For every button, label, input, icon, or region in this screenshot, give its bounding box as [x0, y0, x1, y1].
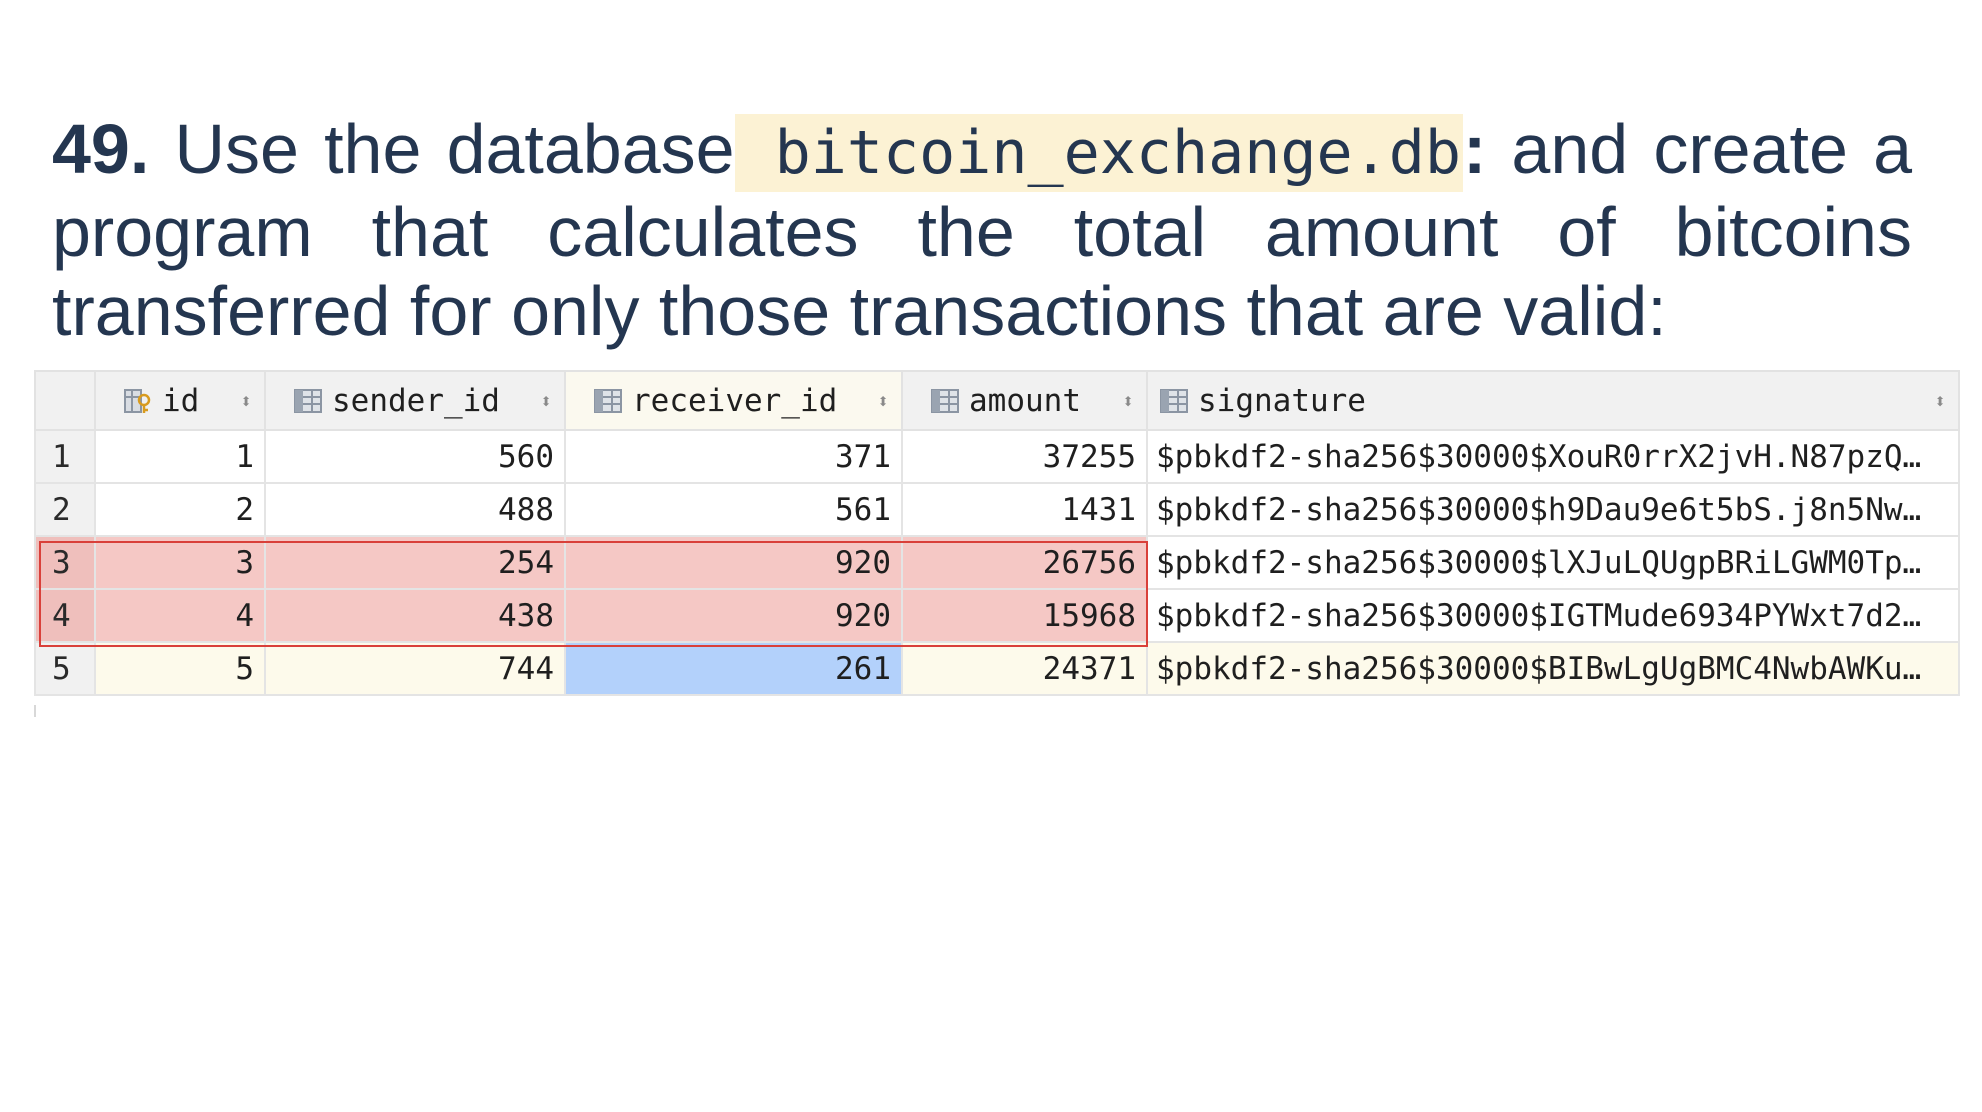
cell-sender-id[interactable]: 488 — [264, 482, 566, 537]
cell-amount[interactable]: 37255 — [901, 429, 1148, 484]
prompt-colon: : — [1462, 110, 1487, 188]
table-row-flagged[interactable]: 4 4 438 920 15968 $pbkdf2-sha256$30000$I… — [34, 588, 1960, 643]
cell-id[interactable]: 2 — [94, 482, 266, 537]
cell-receiver-id[interactable]: 561 — [564, 482, 903, 537]
cell-signature[interactable]: $pbkdf2-sha256$30000$XouR0rrX2jvH.N87pzQ… — [1146, 429, 1960, 484]
cell-sender-id[interactable]: 438 — [264, 588, 566, 643]
sort-icon[interactable]: ⬍ — [1122, 391, 1134, 411]
cell-receiver-id[interactable]: 920 — [564, 588, 903, 643]
column-icon — [594, 388, 622, 413]
column-header-sender-id[interactable]: sender_id ⬍ — [264, 370, 566, 431]
column-header-label: id — [162, 382, 200, 419]
row-number-header — [34, 370, 96, 431]
row-number[interactable]: 5 — [34, 641, 96, 696]
transactions-table: id ⬍ sender_id ⬍ receiver_id ⬍ amount ⬍ … — [34, 370, 1960, 696]
column-header-label: amount — [969, 382, 1081, 419]
table-row-flagged[interactable]: 3 3 254 920 26756 $pbkdf2-sha256$30000$l… — [34, 535, 1960, 590]
cell-receiver-id[interactable]: 920 — [564, 535, 903, 590]
sort-icon[interactable]: ⬍ — [1934, 391, 1946, 411]
sort-icon[interactable]: ⬍ — [540, 391, 552, 411]
exercise-number: 49. — [52, 110, 150, 188]
database-name: bitcoin_exchange.db — [734, 114, 1463, 192]
row-number[interactable]: 1 — [34, 429, 96, 484]
column-header-id[interactable]: id ⬍ — [94, 370, 266, 431]
table-row-active[interactable]: 5 5 744 261 24371 $pbkdf2-sha256$30000$B… — [34, 641, 1960, 696]
header-row: id ⬍ sender_id ⬍ receiver_id ⬍ amount ⬍ … — [34, 370, 1960, 431]
column-header-label: signature — [1198, 382, 1366, 419]
sort-icon[interactable]: ⬍ — [877, 391, 889, 411]
sort-icon[interactable]: ⬍ — [240, 391, 252, 411]
table-left-edge — [34, 705, 36, 717]
column-icon — [931, 388, 959, 413]
column-icon — [1160, 388, 1188, 413]
cell-signature[interactable]: $pbkdf2-sha256$30000$h9Dau9e6t5bS.j8n5Nw… — [1146, 482, 1960, 537]
cell-amount[interactable]: 24371 — [901, 641, 1148, 696]
cell-signature[interactable]: $pbkdf2-sha256$30000$BIBwLgUgBMC4NwbAWKu… — [1146, 641, 1960, 696]
cell-id[interactable]: 3 — [94, 535, 266, 590]
cell-amount[interactable]: 1431 — [901, 482, 1148, 537]
cell-sender-id[interactable]: 560 — [264, 429, 566, 484]
exercise-prompt: 49. Use the database bitcoin_exchange.db:… — [52, 110, 1912, 351]
column-header-amount[interactable]: amount ⬍ — [901, 370, 1148, 431]
table-row[interactable]: 2 2 488 561 1431 $pbkdf2-sha256$30000$h9… — [34, 482, 1960, 537]
cell-amount[interactable]: 15968 — [901, 588, 1148, 643]
column-header-receiver-id[interactable]: receiver_id ⬍ — [564, 370, 903, 431]
cell-id[interactable]: 5 — [94, 641, 266, 696]
column-header-signature[interactable]: signature ⬍ — [1146, 370, 1960, 431]
table-row[interactable]: 1 1 560 371 37255 $pbkdf2-sha256$30000$X… — [34, 429, 1960, 484]
cell-sender-id[interactable]: 254 — [264, 535, 566, 590]
row-number[interactable]: 3 — [34, 535, 96, 590]
column-header-label: receiver_id — [632, 382, 838, 419]
cell-receiver-id-selected[interactable]: 261 — [564, 641, 903, 696]
cell-amount[interactable]: 26756 — [901, 535, 1148, 590]
cell-sender-id[interactable]: 744 — [264, 641, 566, 696]
row-number[interactable]: 2 — [34, 482, 96, 537]
cell-receiver-id[interactable]: 371 — [564, 429, 903, 484]
column-header-label: sender_id — [332, 382, 500, 419]
cell-signature[interactable]: $pbkdf2-sha256$30000$IGTMude6934PYWxt7d2… — [1146, 588, 1960, 643]
cell-id[interactable]: 1 — [94, 429, 266, 484]
cell-id[interactable]: 4 — [94, 588, 266, 643]
prompt-text-before: Use the database — [174, 110, 735, 188]
cell-signature[interactable]: $pbkdf2-sha256$30000$lXJuLQUgpBRiLGWM0Tp… — [1146, 535, 1960, 590]
primary-key-column-icon — [124, 388, 151, 413]
column-icon — [294, 388, 322, 413]
row-number[interactable]: 4 — [34, 588, 96, 643]
